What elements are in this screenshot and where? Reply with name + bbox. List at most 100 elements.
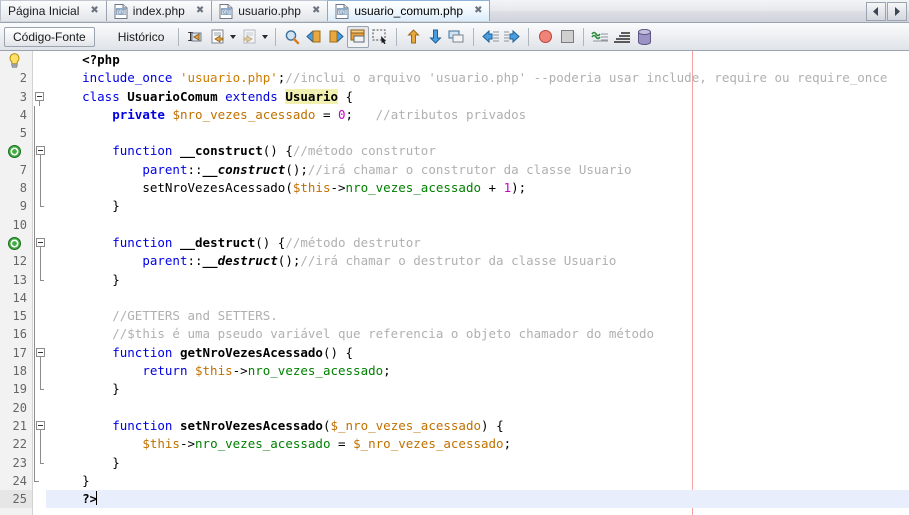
- code-line-1[interactable]: <?php: [46, 51, 909, 69]
- line-number-1[interactable]: [0, 51, 32, 69]
- line-number-12[interactable]: 12: [0, 252, 32, 270]
- line-number-17[interactable]: 17: [0, 344, 32, 362]
- line-number-15[interactable]: 15: [0, 307, 32, 325]
- fold-toggle-icon[interactable]: [36, 420, 45, 430]
- hint-bulb-icon[interactable]: [8, 53, 21, 68]
- line-number-24[interactable]: 24: [0, 472, 32, 490]
- code-token: ->: [330, 180, 346, 196]
- code-line-18[interactable]: return $this->nro_vezes_acessado;: [46, 362, 909, 380]
- line-number-25[interactable]: 25: [0, 490, 32, 509]
- code-line-15[interactable]: //GETTERS and SETTERS.: [46, 307, 909, 325]
- code-line-13[interactable]: }: [46, 271, 909, 289]
- shift-right-button[interactable]: [501, 26, 523, 48]
- tab-history-view[interactable]: Histórico: [109, 27, 174, 47]
- line-number-11[interactable]: [0, 234, 32, 252]
- document-tab-4[interactable]: php usuario_comum.php ✖: [328, 0, 491, 21]
- line-number-18[interactable]: 18: [0, 362, 32, 380]
- diff-button[interactable]: [589, 26, 611, 48]
- last-edit-button[interactable]: I: [184, 26, 206, 48]
- document-tab-3[interactable]: php usuario.php ✖: [212, 0, 329, 21]
- code-line-22[interactable]: $this->nro_vezes_acessado = $_nro_vezes_…: [46, 435, 909, 453]
- code-line-14[interactable]: [46, 289, 909, 307]
- format-button[interactable]: [611, 26, 633, 48]
- next-bookmark-button[interactable]: [325, 26, 347, 48]
- code-line-19[interactable]: }: [46, 380, 909, 398]
- code-line-6[interactable]: function __construct() {//método constru…: [46, 142, 909, 160]
- line-number-21[interactable]: 21: [0, 417, 32, 435]
- code-line-25[interactable]: ?>: [46, 490, 909, 509]
- line-number-16[interactable]: 16: [0, 325, 32, 343]
- tab-scroll-left-button[interactable]: [866, 2, 886, 21]
- line-number-5[interactable]: 5: [0, 124, 32, 142]
- document-tab-1[interactable]: Página Inicial ✖: [0, 0, 107, 21]
- fold-toggle-icon[interactable]: [36, 347, 45, 357]
- shift-line-up-button[interactable]: [402, 26, 424, 48]
- code-line-12[interactable]: parent::__destruct();//irá chamar o dest…: [46, 252, 909, 270]
- line-number-14[interactable]: 14: [0, 289, 32, 307]
- code-folding-column[interactable]: [33, 51, 46, 515]
- code-line-17[interactable]: function getNroVezesAcessado() {: [46, 344, 909, 362]
- line-number-gutter[interactable]: 2 3 4 5 7 8 9 10 12 13 14 15 16 17 18 19 20 21 22 23 24 25: [0, 51, 33, 515]
- document-tab-2[interactable]: php index.php ✖: [106, 0, 213, 21]
- line-number-20[interactable]: 20: [0, 399, 32, 417]
- find-selection-button[interactable]: [281, 26, 303, 48]
- override-method-icon[interactable]: [8, 236, 21, 250]
- fold-toggle-icon[interactable]: [35, 91, 44, 101]
- toggle-bookmark-button[interactable]: [347, 25, 370, 48]
- fold-marker-line-17[interactable]: [33, 343, 46, 363]
- document-tab-close-icon[interactable]: ✖: [196, 6, 204, 16]
- fold-toggle-icon[interactable]: [36, 237, 45, 247]
- code-line-10[interactable]: [46, 216, 909, 234]
- fold-marker-line-3[interactable]: [33, 88, 46, 106]
- override-method-icon[interactable]: [8, 145, 21, 159]
- code-line-4[interactable]: private $nro_vezes_acessado = 0; //atrib…: [46, 106, 909, 124]
- rectangular-selection-button[interactable]: [369, 26, 391, 48]
- line-number-23[interactable]: 23: [0, 454, 32, 472]
- line-number-9[interactable]: 9: [0, 197, 32, 215]
- code-line-7[interactable]: parent::__construct();//irá chamar o con…: [46, 161, 909, 179]
- code-line-8[interactable]: setNroVezesAcessado($this->nro_vezes_ace…: [46, 179, 909, 197]
- line-number-3[interactable]: 3: [0, 88, 32, 106]
- line-number-6[interactable]: [0, 142, 32, 160]
- line-number-8[interactable]: 8: [0, 179, 32, 197]
- previous-bookmark-button[interactable]: [303, 26, 325, 48]
- code-line-24[interactable]: }: [46, 472, 909, 490]
- document-tab-close-icon[interactable]: ✖: [312, 6, 320, 16]
- line-number-10[interactable]: 10: [0, 216, 32, 234]
- line-number-19[interactable]: 19: [0, 380, 32, 398]
- code-line-3[interactable]: class UsuarioComum extends Usuario {: [46, 88, 909, 106]
- shift-line-down-button[interactable]: [424, 26, 446, 48]
- tab-source-view[interactable]: Código-Fonte: [4, 26, 95, 47]
- stop-button[interactable]: [556, 26, 578, 48]
- back-document-dropdown[interactable]: [228, 26, 238, 48]
- code-line-16[interactable]: //$this é uma pseudo variável que refere…: [46, 325, 909, 343]
- database-button[interactable]: [633, 26, 655, 48]
- duplicate-line-button[interactable]: [446, 26, 468, 48]
- line-number-4[interactable]: 4: [0, 106, 32, 124]
- fold-marker-line-21[interactable]: [33, 416, 46, 436]
- forward-document-dropdown[interactable]: [260, 26, 270, 48]
- code-line-9[interactable]: }: [46, 197, 909, 215]
- code-line-11[interactable]: function __destruct() {//método destruto…: [46, 234, 909, 252]
- code-line-20[interactable]: [46, 399, 909, 417]
- code-line-21[interactable]: function setNroVezesAcessado($_nro_vezes…: [46, 417, 909, 435]
- code-text-area[interactable]: <?php include_once 'usuario.php';//inclu…: [46, 51, 909, 515]
- line-number-2[interactable]: 2: [0, 69, 32, 87]
- forward-document-button[interactable]: [238, 26, 260, 48]
- back-document-button[interactable]: [206, 26, 228, 48]
- tab-scroll-right-button[interactable]: [887, 2, 907, 21]
- document-tab-close-icon[interactable]: ✖: [474, 6, 482, 16]
- code-line-5[interactable]: [46, 124, 909, 142]
- fold-marker-line-11[interactable]: [33, 233, 46, 253]
- shift-left-button[interactable]: [479, 26, 501, 48]
- fold-toggle-icon[interactable]: [36, 146, 45, 156]
- code-editor[interactable]: 2 3 4 5 7 8 9 10 12 13 14 15 16 17 18 19 20 21 22 23 24 25 <?…: [0, 51, 909, 515]
- fold-marker-line-6[interactable]: [33, 142, 46, 161]
- code-line-23[interactable]: }: [46, 454, 909, 472]
- toggle-breakpoint-button[interactable]: [534, 26, 556, 48]
- line-number-13[interactable]: 13: [0, 271, 32, 289]
- line-number-22[interactable]: 22: [0, 435, 32, 453]
- document-tab-close-icon[interactable]: ✖: [90, 6, 98, 16]
- line-number-7[interactable]: 7: [0, 161, 32, 179]
- code-line-2[interactable]: include_once 'usuario.php';//inclui o ar…: [46, 69, 909, 87]
